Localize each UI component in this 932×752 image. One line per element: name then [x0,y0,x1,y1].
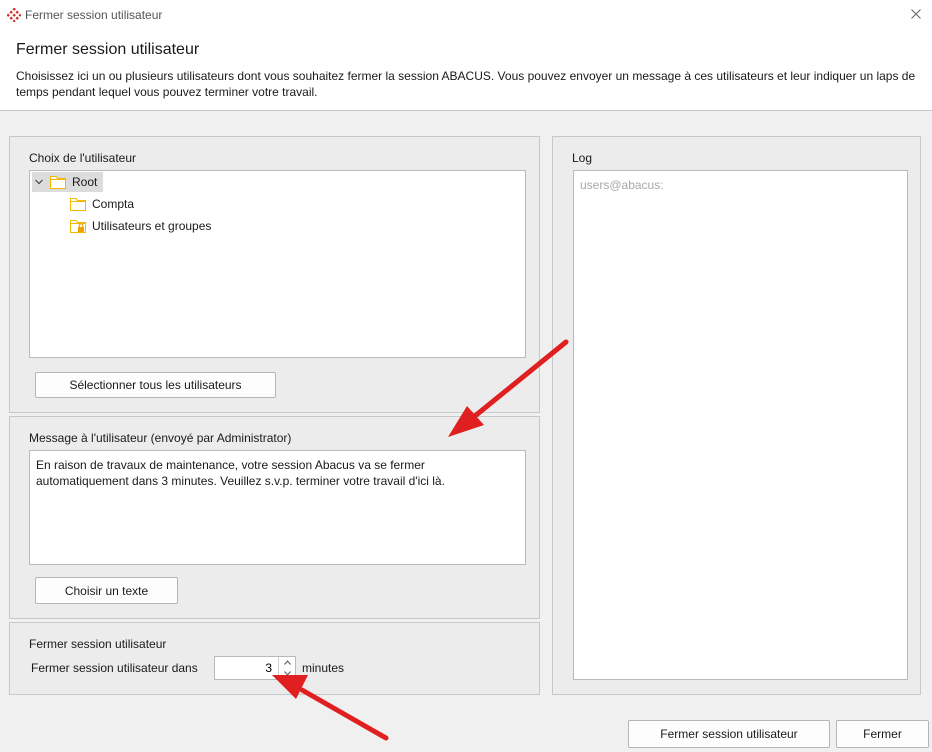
stepper-down-button[interactable] [279,668,295,679]
minutes-stepper[interactable] [214,656,296,680]
minutes-input[interactable] [215,657,278,679]
chevron-down-icon [283,671,291,676]
page-title: Fermer session utilisateur [16,41,200,58]
log-label: Log [572,151,593,165]
tree-item-compta[interactable]: Compta [70,194,134,214]
tree-item-label: Utilisateurs et groupes [92,219,212,233]
minutes-unit-label: minutes [302,661,345,675]
folder-icon [50,176,66,189]
message-label: Message à l'utilisateur (envoyé par Admi… [29,431,292,445]
dialog-header: Fermer session utilisateur Choisissez ic… [0,29,932,111]
tree-item-label: Compta [92,197,135,211]
folder-icon [70,198,86,211]
dialog-window: Fermer session utilisateur Fermer sessio… [0,0,932,752]
close-session-field-label: Fermer session utilisateur dans [31,661,198,675]
title-bar: Fermer session utilisateur [0,0,932,29]
user-choice-label: Choix de l'utilisateur [29,151,137,165]
window-close-button[interactable] [906,4,926,24]
chevron-up-icon [283,660,291,665]
tree-item-root[interactable]: Root [32,172,104,192]
stepper-buttons [278,657,295,679]
window-title: Fermer session utilisateur [25,8,163,22]
close-button[interactable]: Fermer [836,720,929,748]
message-textarea[interactable]: En raison de travaux de maintenance, vot… [29,450,526,565]
tree-item-users-groups[interactable]: Utilisateurs et groupes [70,216,211,236]
close-session-label: Fermer session utilisateur [29,637,167,651]
select-all-users-button[interactable]: Sélectionner tous les utilisateurs [35,372,276,398]
choose-text-button[interactable]: Choisir un texte [35,577,178,604]
tree-item-label: Root [72,175,98,189]
page-description: Choisissez ici un ou plusieurs utilisate… [16,69,916,99]
locked-folder-icon [70,220,86,233]
stepper-up-button[interactable] [279,657,295,668]
abacus-logo-icon [7,8,21,22]
chevron-down-icon[interactable] [32,175,46,189]
close-icon [911,9,921,19]
log-output[interactable]: users@abacus: [573,170,908,680]
user-tree[interactable]: Root Compta Utilisateurs et groupes [29,170,526,358]
close-session-button[interactable]: Fermer session utilisateur [628,720,830,748]
